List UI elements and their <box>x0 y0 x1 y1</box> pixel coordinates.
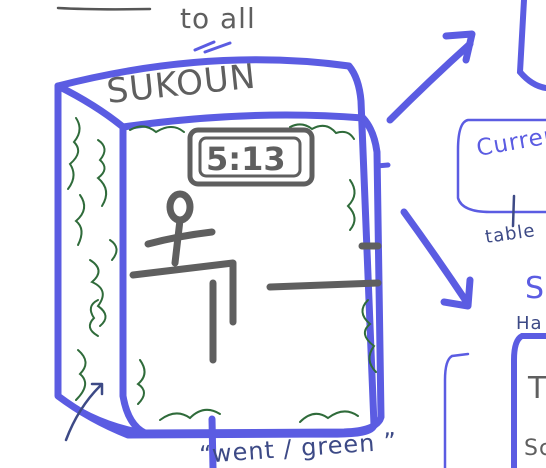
right-bracket <box>443 352 470 468</box>
right-label-current: Current <box>475 120 546 162</box>
table <box>129 242 382 364</box>
right-label-t: T <box>527 371 546 406</box>
right-label-sc: Sc <box>524 436 546 461</box>
title-ticks <box>193 40 232 54</box>
right-small-stroke <box>511 194 516 228</box>
booth-title: SUKOUN <box>105 56 258 111</box>
right-label-s: S <box>525 271 545 306</box>
stick-figure-icon <box>144 190 216 267</box>
clock-time: 5:13 <box>206 140 286 178</box>
arrow-down-right-icon <box>400 208 474 310</box>
arrow-up-right-icon <box>386 30 476 124</box>
right-label-table: table <box>484 220 537 248</box>
whiteboard-sketch: to all SUKOUN 5:13 Current table S Ha T … <box>54 0 546 468</box>
top-stroke <box>56 6 152 11</box>
top-handwriting: to all <box>180 2 256 35</box>
side-connector <box>374 162 391 169</box>
right-label-ha: Ha <box>516 313 543 334</box>
right-top-box <box>516 0 546 91</box>
